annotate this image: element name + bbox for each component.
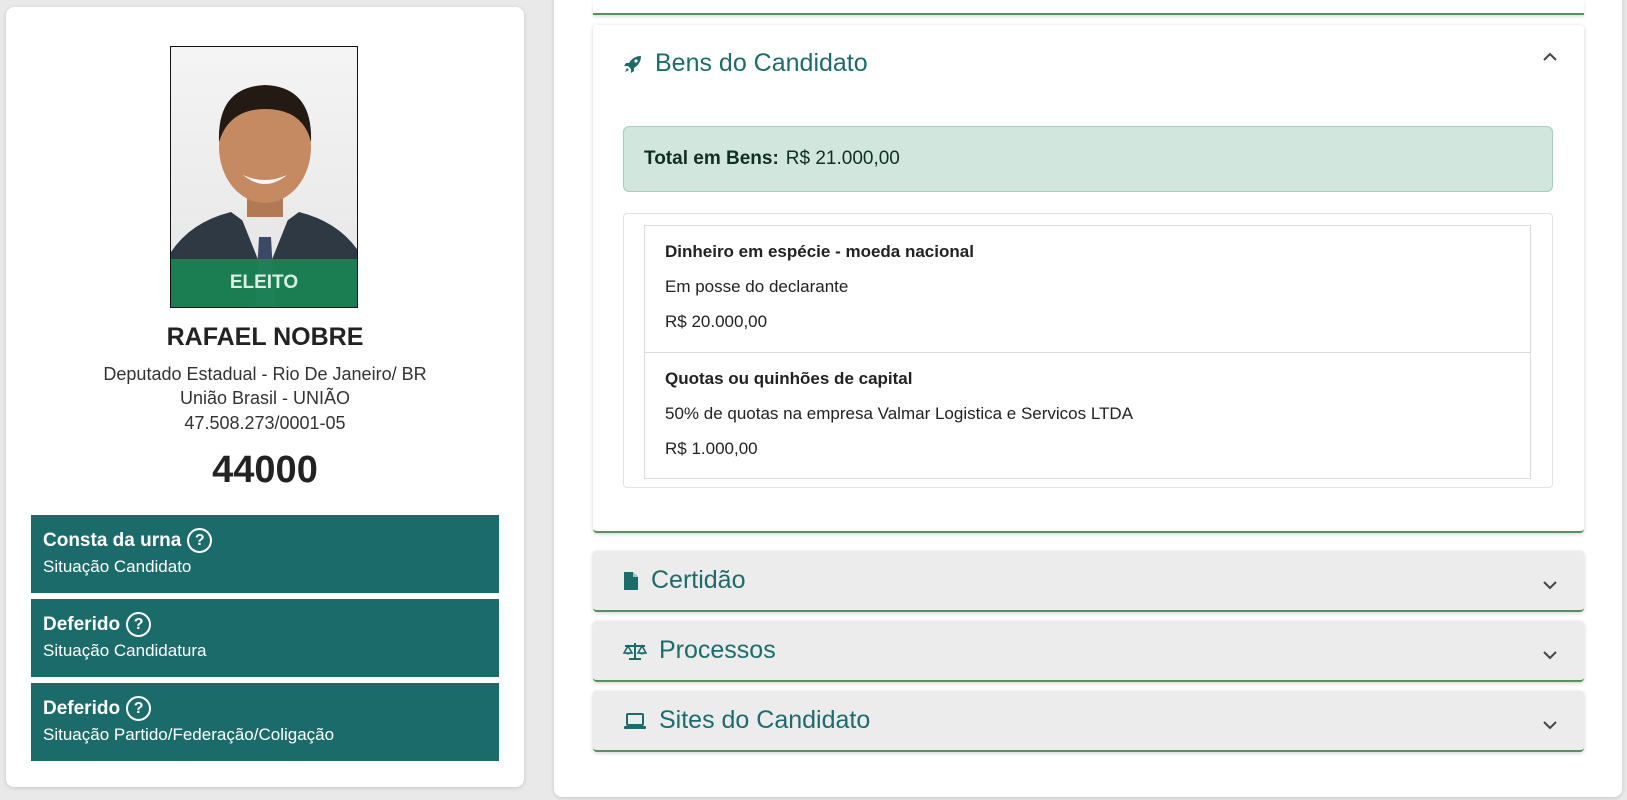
accordion-certidao-header[interactable]: Certidão (623, 566, 746, 595)
candidate-office: Deputado Estadual - Rio De Janeiro/ BR (103, 364, 427, 384)
rocket-icon (624, 55, 641, 73)
elected-badge: ELEITO (171, 259, 357, 307)
status-subtitle: Situação Candidato (43, 557, 192, 576)
accordion-sites[interactable]: Sites do Candidato (593, 691, 1584, 752)
accordion-bens: Bens do Candidato Total em Bens: R$ 21.0… (593, 25, 1584, 533)
accordion-processos-header[interactable]: Processos (623, 636, 776, 665)
bem-description: Em posse do declarante (665, 277, 849, 296)
bem-value: R$ 1.000,00 (665, 439, 758, 458)
file-icon (624, 571, 638, 590)
total-bens-alert: Total em Bens: R$ 21.000,00 (623, 126, 1553, 192)
status-box-candidatura: Deferido ? Situação Candidatura (31, 599, 499, 677)
accordion-certidao[interactable]: Certidão (593, 551, 1584, 612)
chevron-down-icon[interactable] (1542, 575, 1558, 596)
candidate-card: ELEITO RAFAEL NOBRE Deputado Estadual - … (6, 7, 524, 787)
accordion-sites-header[interactable]: Sites do Candidato (623, 706, 870, 735)
chevron-up-icon[interactable] (1542, 47, 1558, 68)
bens-list-container: Dinheiro em espécie - moeda nacional Em … (623, 213, 1553, 488)
laptop-icon (624, 712, 646, 729)
bens-list: Dinheiro em espécie - moeda nacional Em … (644, 225, 1531, 479)
chevron-down-icon[interactable] (1542, 645, 1558, 666)
accordion-sites-title: Sites do Candidato (659, 706, 871, 734)
candidate-photo: ELEITO (170, 46, 358, 308)
accordion-bens-header[interactable]: Bens do Candidato (623, 49, 868, 78)
bem-description: 50% de quotas na empresa Valmar Logistic… (665, 404, 1134, 423)
bem-value: R$ 20.000,00 (665, 312, 768, 331)
accordion-processos-title: Processos (659, 636, 776, 664)
total-bens-label: Total em Bens: (644, 148, 779, 169)
list-item: Dinheiro em espécie - moeda nacional Em … (645, 226, 1530, 352)
status-subtitle: Situação Candidatura (43, 641, 207, 660)
total-bens-value: R$ 21.000,00 (785, 148, 900, 169)
help-icon[interactable]: ? (126, 696, 152, 721)
help-icon[interactable]: ? (126, 612, 152, 637)
list-item: Quotas ou quinhões de capital 50% de quo… (645, 352, 1530, 478)
accordion-certidao-title: Certidão (651, 566, 746, 594)
status-title: Deferido (43, 613, 121, 635)
status-subtitle: Situação Partido/Federação/Coligação (43, 725, 335, 744)
bem-type: Quotas ou quinhões de capital (665, 369, 913, 388)
status-title: Consta da urna (43, 529, 182, 551)
chevron-down-icon[interactable] (1542, 715, 1558, 736)
previous-accordion-edge (593, 0, 1584, 15)
accordion-bens-title: Bens do Candidato (655, 49, 868, 77)
accordion-processos[interactable]: Processos (593, 621, 1584, 682)
candidate-party: União Brasil - UNIÃO (179, 388, 351, 408)
status-box-partido: Deferido ? Situação Partido/Federação/Co… (31, 683, 499, 761)
scale-icon (623, 642, 647, 660)
help-icon[interactable]: ? (187, 528, 213, 553)
candidate-cnpj: 47.508.273/0001-05 (184, 413, 346, 433)
status-title: Deferido (43, 697, 121, 719)
candidate-name: RAFAEL NOBRE (166, 323, 364, 351)
bem-type: Dinheiro em espécie - moeda nacional (665, 242, 974, 261)
candidate-number: 44000 (212, 449, 318, 491)
status-box-candidato: Consta da urna ? Situação Candidato (31, 515, 499, 593)
